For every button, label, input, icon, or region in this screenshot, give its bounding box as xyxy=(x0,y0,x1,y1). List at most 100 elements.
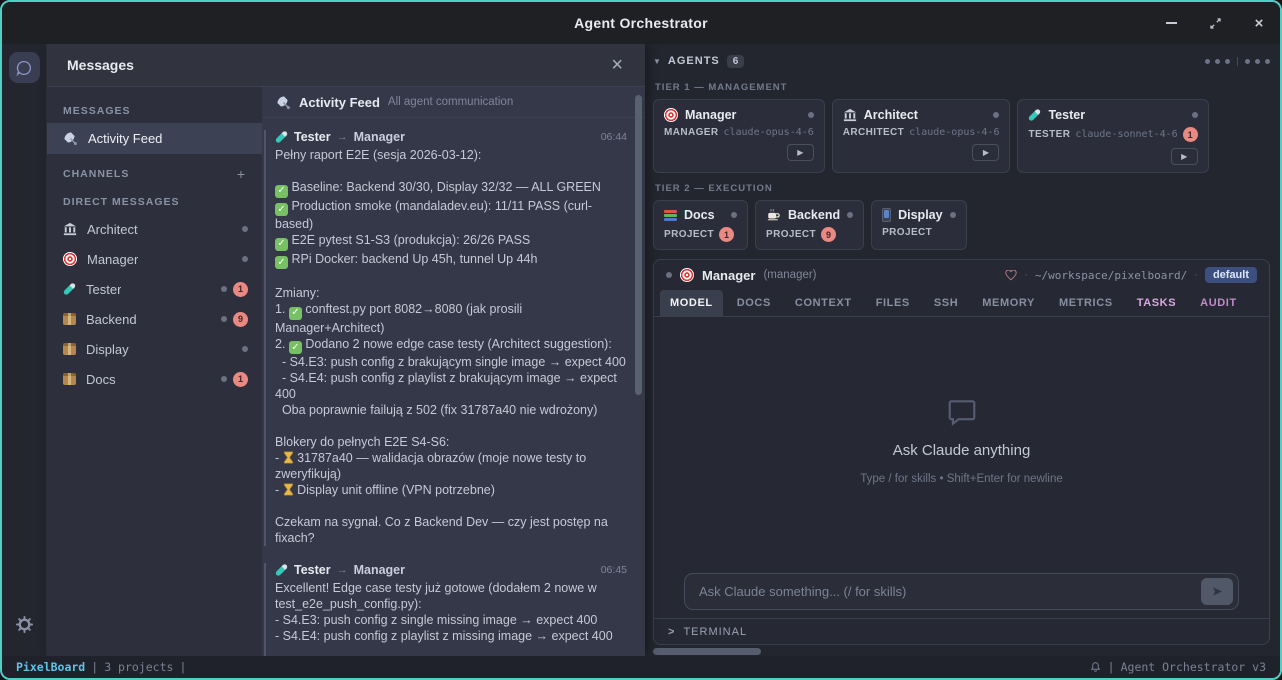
close-button[interactable]: × xyxy=(1250,14,1268,32)
tab-files[interactable]: FILES xyxy=(866,290,920,316)
feed-scrollbar[interactable] xyxy=(635,95,642,395)
arrow-icon: → xyxy=(337,131,348,143)
agent-detail-tabs: MODEL DOCS CONTEXT FILES SSH MEMORY METR… xyxy=(654,290,1269,317)
sidebar-item-backend[interactable]: Backend 9 xyxy=(47,304,262,334)
presence-dot xyxy=(242,346,248,352)
hourglass-icon xyxy=(283,483,294,496)
satellite-icon xyxy=(276,95,291,110)
dm-name: Architect xyxy=(87,222,138,237)
statusbar-separator: | xyxy=(179,660,186,674)
run-agent-button[interactable]: ▶ xyxy=(787,144,814,161)
agents-header: ▼ AGENTS 6 xyxy=(653,50,1270,72)
tab-context[interactable]: CONTEXT xyxy=(785,290,862,316)
add-channel-button[interactable]: + xyxy=(237,166,246,182)
agents-hscrollbar[interactable] xyxy=(653,648,761,655)
tab-model[interactable]: MODEL xyxy=(660,290,723,316)
sidebar-item-activity-feed[interactable]: Activity Feed xyxy=(47,123,262,154)
check-icon: ✓ xyxy=(275,256,288,269)
tab-ssh[interactable]: SSH xyxy=(924,290,968,316)
dm-list: Architect Manager Tester 1 Backend 9 Dis… xyxy=(47,214,262,394)
tab-docs[interactable]: DOCS xyxy=(727,290,781,316)
message-from: Tester xyxy=(294,563,331,577)
agent-card-role: PROJECT xyxy=(766,229,816,240)
empty-state-title: Ask Claude anything xyxy=(893,442,1031,459)
agent-card-docs[interactable]: Docs PROJECT 1 xyxy=(653,200,748,250)
send-icon xyxy=(1211,585,1224,598)
message-time: 06:44 xyxy=(601,131,627,143)
workspace-path: ~/workspace/pixelboard/ xyxy=(1035,269,1187,282)
terminal-toggle[interactable]: > TERMINAL xyxy=(654,618,1269,644)
agent-detail-role: (manager) xyxy=(763,269,816,281)
message-body: Pełny raport E2E (sesja 2026-03-12): ✓ B… xyxy=(275,147,627,546)
presence-dot xyxy=(242,226,248,232)
session-badge[interactable]: default xyxy=(1205,267,1257,283)
ask-claude-input[interactable] xyxy=(699,584,1201,599)
message-from: Tester xyxy=(294,130,331,144)
test-tube-icon xyxy=(275,563,288,576)
tier2-label: TIER 2 — EXECUTION xyxy=(655,183,1270,194)
unread-badge: 9 xyxy=(821,227,836,242)
chevron-right-icon: > xyxy=(668,626,674,638)
agents-panel: ▼ AGENTS 6 TIER 1 — MANAGEMENT Manager M… xyxy=(645,44,1280,656)
collapse-caret-icon[interactable]: ▼ xyxy=(653,57,661,66)
messages-rail-button[interactable] xyxy=(9,52,40,83)
feed-subtitle: All agent communication xyxy=(388,96,513,108)
main-area: Messages × MESSAGES Activity Feed CHANNE… xyxy=(2,44,1280,656)
agent-card-backend[interactable]: Backend PROJECT 9 xyxy=(755,200,864,250)
agent-card-manager[interactable]: Manager MANAGER claude-opus-4-6 ▶ xyxy=(653,99,825,173)
agent-card-name: Docs xyxy=(684,208,715,222)
gear-icon xyxy=(15,615,34,634)
messages-panel-body: MESSAGES Activity Feed CHANNELS + DIRECT… xyxy=(47,87,645,656)
bell-icon[interactable] xyxy=(1089,661,1102,674)
agent-card-role: ARCHITECT xyxy=(843,127,904,138)
messages-section-label: MESSAGES xyxy=(47,97,262,123)
target-icon xyxy=(680,268,694,282)
activity-feed-header: Activity Feed All agent communication xyxy=(262,87,645,118)
feed-message: Tester → Manager 06:45 Excellent! Edge c… xyxy=(264,563,627,656)
status-dot xyxy=(808,112,814,118)
sidebar-item-display[interactable]: Display xyxy=(47,334,262,364)
classical-building-icon xyxy=(63,222,77,236)
messages-panel-title: Messages xyxy=(67,57,134,73)
check-icon: ✓ xyxy=(275,185,288,198)
agent-card-display[interactable]: Display PROJECT xyxy=(871,200,966,250)
unread-badge: 1 xyxy=(233,372,248,387)
sidebar-item-tester[interactable]: Tester 1 xyxy=(47,274,262,304)
unread-badge: 1 xyxy=(233,282,248,297)
dm-name: Docs xyxy=(86,372,116,387)
tab-audit[interactable]: AUDIT xyxy=(1190,290,1247,316)
sidebar-item-architect[interactable]: Architect xyxy=(47,214,262,244)
run-agent-button[interactable]: ▶ xyxy=(972,144,999,161)
satellite-icon xyxy=(276,95,291,110)
test-tube-icon xyxy=(1028,108,1041,121)
tier2-cards: Docs PROJECT 1 Backend PROJECT 9 Display… xyxy=(653,200,1270,250)
run-agent-button[interactable]: ▶ xyxy=(1171,148,1198,165)
agent-card-model: claude-sonnet-4-6 xyxy=(1075,129,1177,140)
agent-detail-header: Manager (manager) · ~/workspace/pixelboa… xyxy=(654,260,1269,290)
tab-memory[interactable]: MEMORY xyxy=(972,290,1045,316)
tab-tasks[interactable]: TASKS xyxy=(1127,290,1186,316)
agent-card-architect[interactable]: Architect ARCHITECT claude-opus-4-6 ▶ xyxy=(832,99,1011,173)
agents-menu-dots[interactable] xyxy=(1205,57,1270,66)
heart-icon[interactable] xyxy=(1005,270,1017,281)
presence-dot xyxy=(221,286,227,292)
ask-input-row xyxy=(654,564,1269,618)
agent-card-role: TESTER xyxy=(1028,129,1070,140)
maximize-button[interactable] xyxy=(1206,14,1224,32)
app-window: Agent Orchestrator × xyxy=(0,0,1282,680)
window-title: Agent Orchestrator xyxy=(574,15,708,31)
unread-badge: 1 xyxy=(719,227,734,242)
check-icon: ✓ xyxy=(289,307,302,320)
feed-title: Activity Feed xyxy=(299,95,380,110)
tab-metrics[interactable]: METRICS xyxy=(1049,290,1123,316)
messages-close-button[interactable]: × xyxy=(605,53,629,77)
agent-detail-meta: · ~/workspace/pixelboard/ · default xyxy=(1005,267,1257,283)
satellite-icon xyxy=(63,131,78,146)
sidebar-item-manager[interactable]: Manager xyxy=(47,244,262,274)
send-button[interactable] xyxy=(1201,578,1233,605)
minimize-button[interactable] xyxy=(1162,14,1180,32)
satellite-icon xyxy=(63,131,78,146)
agent-card-tester[interactable]: Tester TESTER claude-sonnet-4-6 1 ▶ xyxy=(1017,99,1208,173)
sidebar-item-docs[interactable]: Docs 1 xyxy=(47,364,262,394)
settings-button[interactable] xyxy=(12,612,36,636)
